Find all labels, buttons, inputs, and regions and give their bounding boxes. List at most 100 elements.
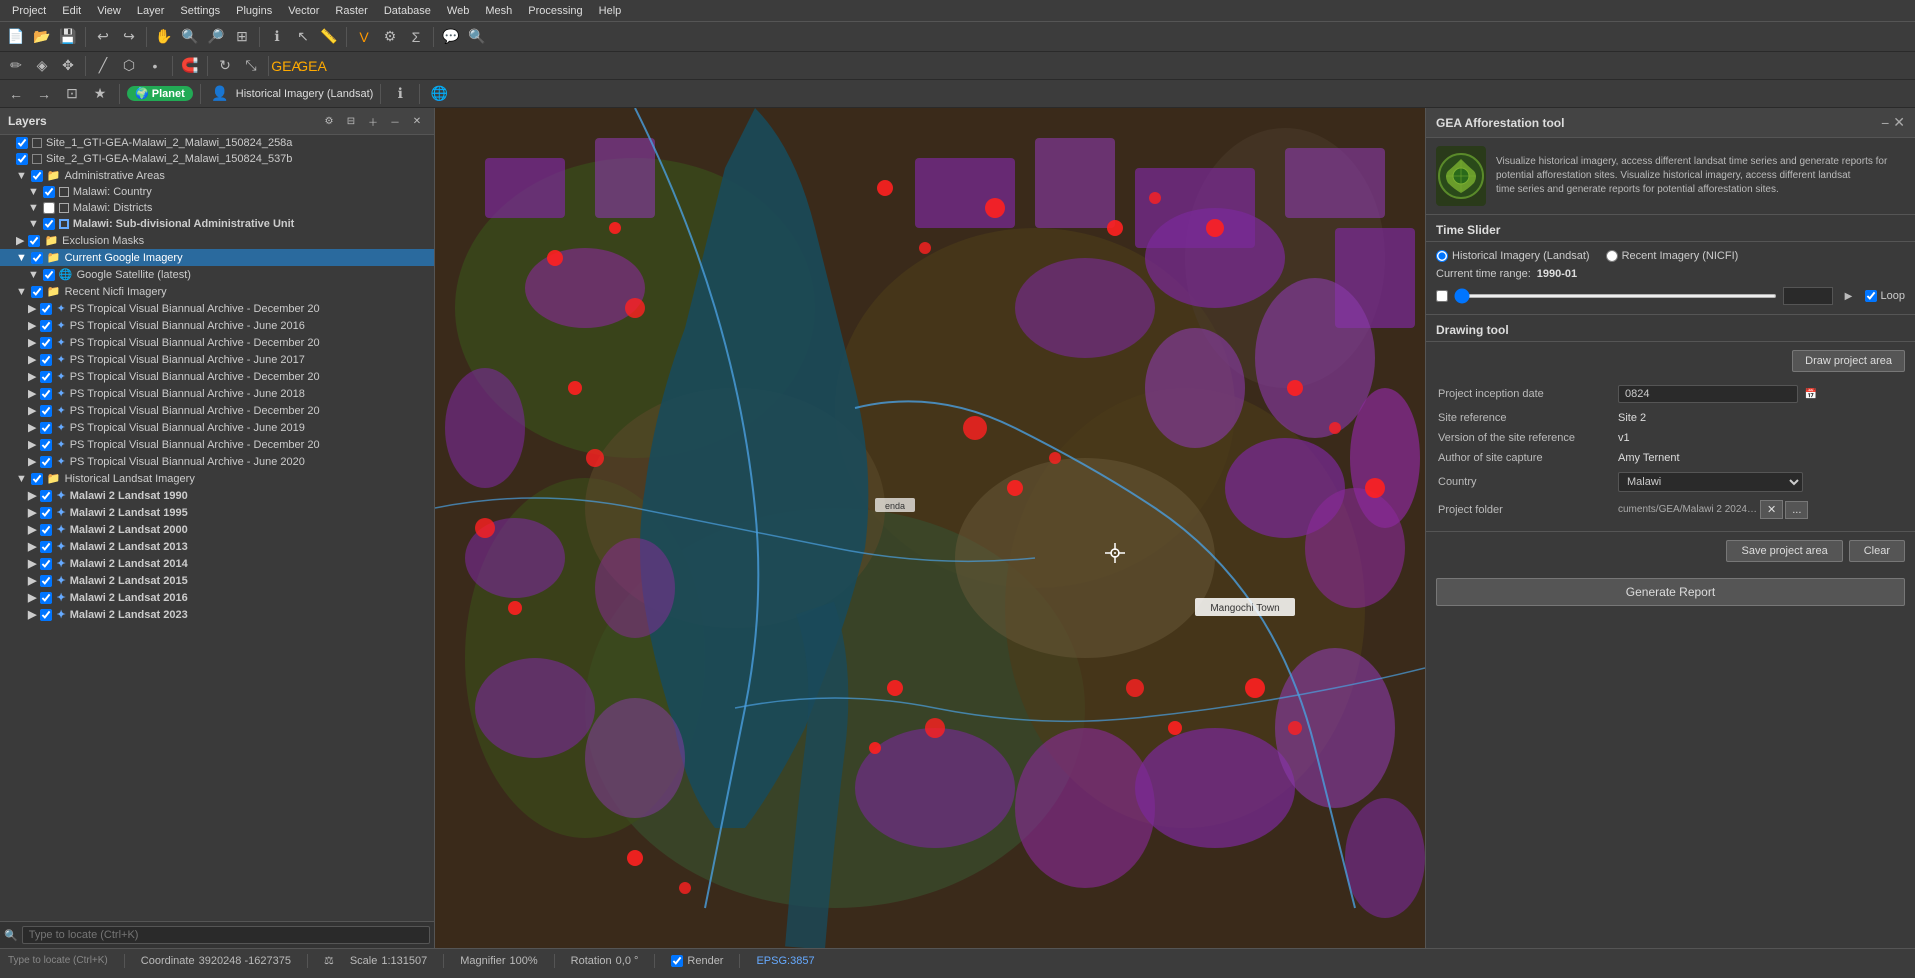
layer-checkbox[interactable] xyxy=(40,524,52,536)
list-item[interactable]: ▶ ✦ PS Tropical Visual Biannual Archive … xyxy=(0,419,434,436)
hist-imagery-radio[interactable] xyxy=(1436,250,1448,262)
list-item[interactable]: ▶ ✦ Malawi 2 Landsat 2016 xyxy=(0,589,434,606)
render-checkbox[interactable] xyxy=(671,955,683,967)
epsg-display[interactable]: EPSG:3857 xyxy=(756,955,814,967)
list-item[interactable]: Site_2_GTI-GEA-Malawi_2_Malawi_150824_53… xyxy=(0,151,434,167)
menu-layer[interactable]: Layer xyxy=(129,3,173,19)
bookmark-btn[interactable]: ★ xyxy=(88,82,112,106)
list-item[interactable]: ▶ ✦ Malawi 2 Landsat 1995 xyxy=(0,504,434,521)
list-item[interactable]: ▶ ✦ Malawi 2 Landsat 2014 xyxy=(0,555,434,572)
layer-checkbox[interactable] xyxy=(40,439,52,451)
layer-checkbox[interactable] xyxy=(40,592,52,604)
menu-mesh[interactable]: Mesh xyxy=(477,3,520,19)
list-item[interactable]: ▼ 📁 Recent Nicfi Imagery xyxy=(0,283,434,300)
list-item[interactable]: ▼ Malawi: Sub-divisional Administrative … xyxy=(0,216,434,232)
list-item[interactable]: ▼ 📁 Current Google Imagery xyxy=(0,249,434,266)
list-item[interactable]: ▶ ✦ PS Tropical Visual Biannual Archive … xyxy=(0,300,434,317)
menu-help[interactable]: Help xyxy=(591,3,630,19)
measure-btn[interactable]: 📏 xyxy=(317,25,341,49)
label-btn[interactable]: GEA xyxy=(274,54,298,78)
layer-checkbox[interactable] xyxy=(40,337,52,349)
chat-btn[interactable]: 💬 xyxy=(439,25,463,49)
zoom-in-btn[interactable]: 🔍 xyxy=(178,25,202,49)
zoom-fwd-btn[interactable]: → xyxy=(32,82,56,106)
list-item[interactable]: ▶ ✦ Malawi 2 Landsat 2023 xyxy=(0,606,434,623)
layer-checkbox[interactable] xyxy=(40,371,52,383)
calculator-btn[interactable]: Σ xyxy=(404,25,428,49)
recent-imagery-radio[interactable] xyxy=(1606,250,1618,262)
scale-btn[interactable]: ⤡ xyxy=(239,54,263,78)
menu-raster[interactable]: Raster xyxy=(327,3,375,19)
layer-checkbox[interactable] xyxy=(40,303,52,315)
menu-settings[interactable]: Settings xyxy=(172,3,228,19)
list-item[interactable]: ▶ 📁 Exclusion Masks xyxy=(0,232,434,249)
save-project-area-btn[interactable]: Save project area xyxy=(1726,540,1842,562)
menu-database[interactable]: Database xyxy=(376,3,439,19)
node-btn[interactable]: ◈ xyxy=(30,54,54,78)
layer-checkbox[interactable] xyxy=(40,405,52,417)
generate-report-btn[interactable]: Generate Report xyxy=(1436,578,1905,606)
map-area[interactable]: Mangochi Town enda xyxy=(435,108,1425,948)
list-item[interactable]: ▶ ✦ PS Tropical Visual Biannual Archive … xyxy=(0,402,434,419)
layer-checkbox[interactable] xyxy=(31,252,43,264)
layer-checkbox[interactable] xyxy=(43,202,55,214)
recent-imagery-option[interactable]: Recent Imagery (NICFI) xyxy=(1606,250,1739,262)
draw-project-area-btn[interactable]: Draw project area xyxy=(1792,350,1905,372)
list-item[interactable]: ▼ Malawi: Districts xyxy=(0,200,434,216)
layer-checkbox[interactable] xyxy=(28,235,40,247)
layer-checkbox[interactable] xyxy=(40,558,52,570)
layer-checkbox[interactable] xyxy=(40,422,52,434)
zoom-out-btn[interactable]: 🔎 xyxy=(204,25,228,49)
list-item[interactable]: ▶ ✦ PS Tropical Visual Biannual Archive … xyxy=(0,351,434,368)
layers-close-btn[interactable]: ✕ xyxy=(408,112,426,130)
list-item[interactable]: ▶ ✦ PS Tropical Visual Biannual Archive … xyxy=(0,368,434,385)
layer-checkbox[interactable] xyxy=(16,153,28,165)
redo-btn[interactable]: ↪ xyxy=(117,25,141,49)
menu-view[interactable]: View xyxy=(89,3,129,19)
identify-btn[interactable]: ℹ xyxy=(265,25,289,49)
list-item[interactable]: ▶ ✦ Malawi 2 Landsat 2000 xyxy=(0,521,434,538)
search-locator-input[interactable]: Type to locate (Ctrl+K) xyxy=(8,955,108,966)
menu-project[interactable]: Project xyxy=(4,3,54,19)
layers-settings-btn[interactable]: ⚙ xyxy=(320,112,338,130)
slider-checkbox[interactable] xyxy=(1436,290,1448,302)
layer-checkbox[interactable] xyxy=(43,186,55,198)
folder-browse-btn[interactable]: ... xyxy=(1785,501,1808,519)
profile-icon[interactable]: 👤 xyxy=(208,82,232,106)
list-item[interactable]: ▶ ✦ PS Tropical Visual Biannual Archive … xyxy=(0,334,434,351)
time-slider-input[interactable] xyxy=(1454,294,1777,298)
list-item[interactable]: ▼ 📁 Administrative Areas xyxy=(0,167,434,184)
search-btn[interactable]: 🔍 xyxy=(465,25,489,49)
layer-checkbox[interactable] xyxy=(40,388,52,400)
layer-checkbox[interactable] xyxy=(40,575,52,587)
play-btn[interactable]: ▶ xyxy=(1839,286,1859,306)
label2-btn[interactable]: GEA xyxy=(300,54,324,78)
extent-btn[interactable]: ⊡ xyxy=(60,82,84,106)
layer-search-input[interactable] xyxy=(22,926,430,944)
snapping-btn[interactable]: 🧲 xyxy=(178,54,202,78)
menu-processing[interactable]: Processing xyxy=(520,3,590,19)
layer-checkbox[interactable] xyxy=(40,354,52,366)
inception-calendar-btn[interactable]: 📅 xyxy=(1801,384,1821,404)
panel-minimize-btn[interactable]: − xyxy=(1881,114,1889,131)
hist-imagery-option[interactable]: Historical Imagery (Landsat) xyxy=(1436,250,1590,262)
layer-checkbox[interactable] xyxy=(40,507,52,519)
rotate-btn[interactable]: ↻ xyxy=(213,54,237,78)
qgis-globe-btn[interactable]: 🌐 xyxy=(427,82,451,106)
info-btn[interactable]: ℹ xyxy=(388,82,412,106)
layer-checkbox[interactable] xyxy=(40,456,52,468)
layers-remove-btn[interactable]: － xyxy=(386,112,404,130)
layer-checkbox[interactable] xyxy=(40,490,52,502)
layer-checkbox[interactable] xyxy=(16,137,28,149)
list-item[interactable]: ▶ ✦ Malawi 2 Landsat 2015 xyxy=(0,572,434,589)
draw-point-btn[interactable]: • xyxy=(143,54,167,78)
layers-filter-btn[interactable]: ⊟ xyxy=(342,112,360,130)
layer-checkbox[interactable] xyxy=(31,170,43,182)
layer-checkbox[interactable] xyxy=(31,286,43,298)
layer-checkbox[interactable] xyxy=(43,218,55,230)
draw-line-btn[interactable]: ╱ xyxy=(91,54,115,78)
add-layer-btn[interactable]: V xyxy=(352,25,376,49)
list-item[interactable]: ▼ Malawi: Country xyxy=(0,184,434,200)
speed-input[interactable]: 1,00 xyxy=(1783,287,1833,305)
menu-vector[interactable]: Vector xyxy=(280,3,327,19)
